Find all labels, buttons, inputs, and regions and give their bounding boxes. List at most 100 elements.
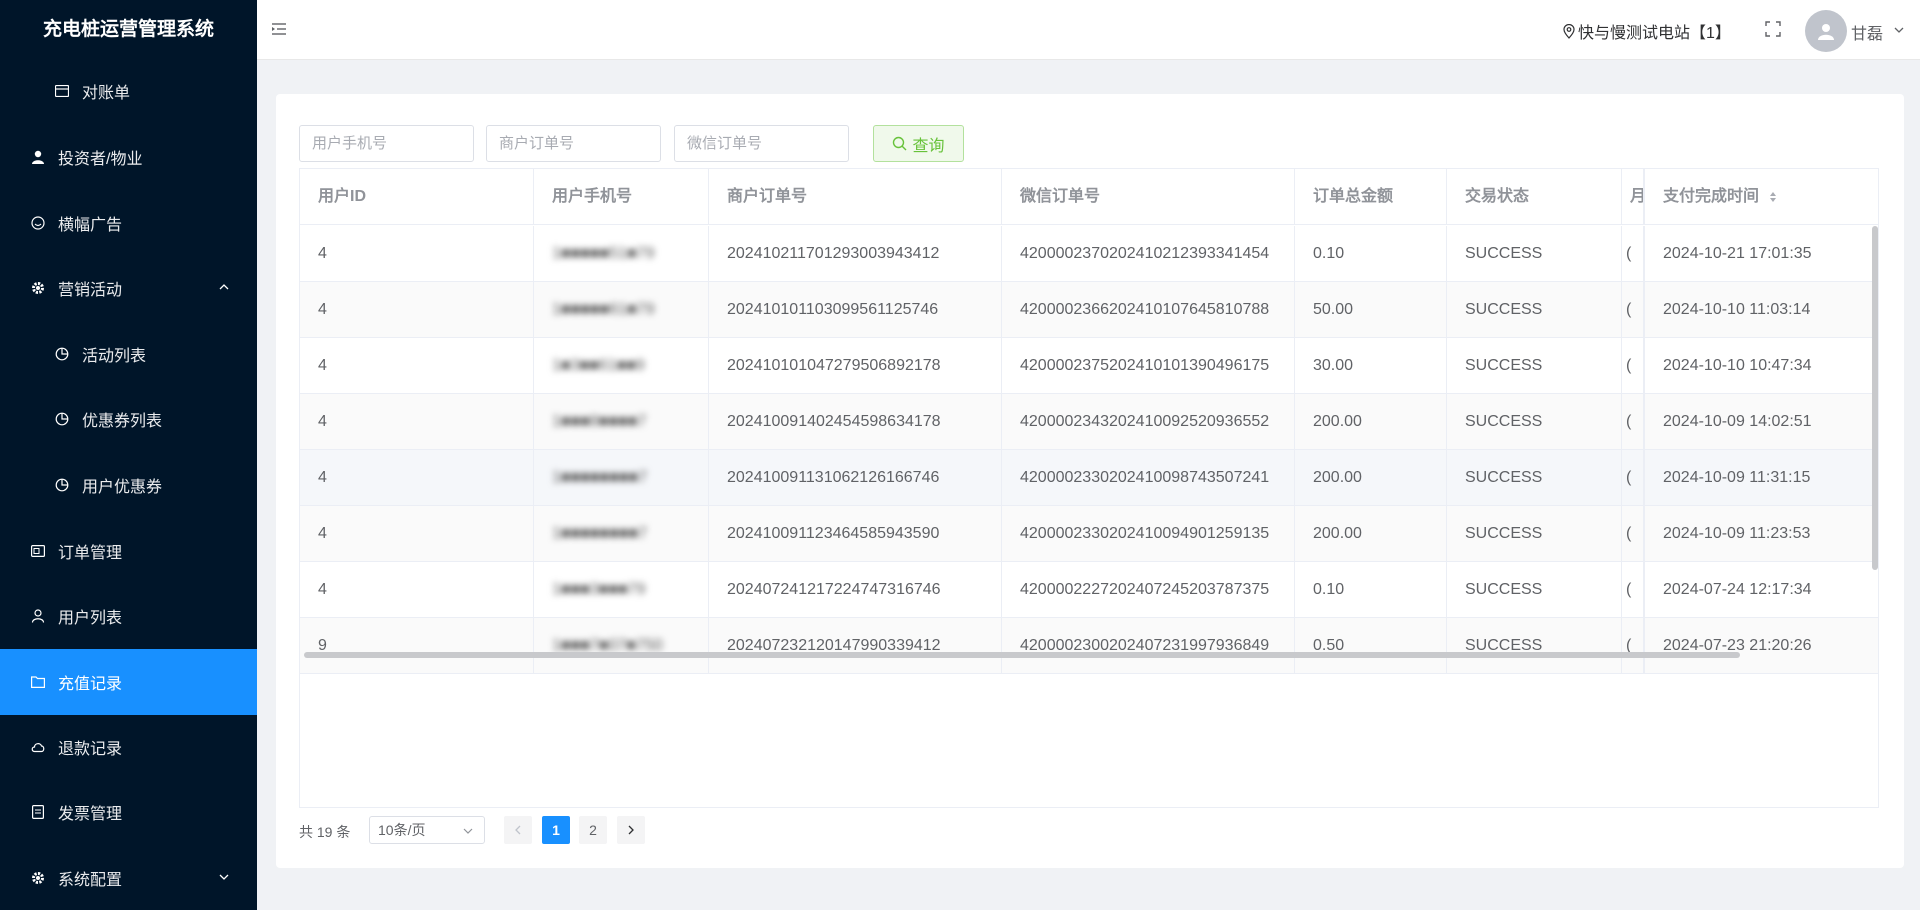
cell-merchant-order: 20241009140245459863417­8	[709, 394, 1002, 450]
cell-phone: 1■3■■61■■9	[534, 338, 709, 394]
column-header-phone: 用户手机号	[534, 169, 709, 225]
page-size-select[interactable]: 10条/页	[369, 816, 485, 844]
merchant-order-input[interactable]: 商户订单号	[486, 125, 661, 162]
sort-icon[interactable]	[1769, 191, 1777, 203]
cell-phone: 1■■■3■■■79	[534, 562, 709, 618]
wechat-order-input[interactable]: 微信订单号	[674, 125, 849, 162]
cell-partial: (	[1622, 394, 1644, 450]
cell-status: SUCCESS	[1447, 338, 1622, 394]
gear-icon	[30, 280, 46, 296]
cell-wechat-order: 4200002370202410212393341454	[1002, 226, 1295, 282]
page-1-button[interactable]: 1	[542, 816, 570, 844]
cell-status: SUCCESS	[1447, 450, 1622, 506]
sidebar-item-activity-list[interactable]: 活动列表	[0, 321, 257, 387]
sidebar-item-label: 系统配置	[58, 872, 123, 889]
cell-merchant-order: 20241010110309956112574­6	[709, 282, 1002, 338]
cell-phone: 1■■■7■07■750	[534, 618, 709, 674]
doc-icon	[30, 804, 46, 820]
sidebar-item-reconciliation[interactable]: 对账单	[0, 58, 257, 124]
cell-wechat-order: 4200002330202410098743507241	[1002, 450, 1295, 506]
cell-phone: 1■■■■■51■79	[534, 226, 709, 282]
cell-user-id: 4	[300, 226, 534, 282]
sidebar-item-user-coupons[interactable]: 用户优惠券	[0, 452, 257, 518]
cell-paid-at: 2024-10-09 11:31:15	[1644, 450, 1878, 506]
masked-phone: 1■■■■■51■79	[552, 245, 655, 262]
sidebar-item-refund-records[interactable]: 退款记录	[0, 714, 257, 780]
chevron-down-icon	[463, 828, 473, 834]
table-row[interactable]: 9 1■■■7■07■750 20240723212014799033941­2 42…	[300, 618, 1878, 674]
horizontal-scrollbar[interactable]	[304, 652, 1740, 658]
sidebar-item-investors[interactable]: 投资者/物业	[0, 124, 257, 190]
cell-user-id: 4	[300, 338, 534, 394]
cell-user-id: 4	[300, 562, 534, 618]
avatar[interactable]	[1805, 10, 1847, 52]
table-row[interactable]: 4 1■3■■61■■9 20241010104727950689217­8 4200…	[300, 338, 1878, 394]
table-row[interactable]: 4 1■■■8■■■■7 20241009140245459863417­8 4200…	[300, 394, 1878, 450]
vertical-scrollbar[interactable]	[1872, 226, 1878, 570]
cell-merchant-order: 20241010104727950689217­8	[709, 338, 1002, 394]
cell-partial: (	[1622, 226, 1644, 282]
sidebar-item-label: 用户列表	[58, 610, 123, 627]
sidebar-item-coupon-list[interactable]: 优惠券列表	[0, 386, 257, 452]
masked-phone: 1■■■■■61■79	[552, 301, 655, 318]
sidebar-item-system-config[interactable]: 系统配置	[0, 845, 257, 910]
sidebar-item-label: 订单管理	[58, 545, 123, 562]
chevron-down-icon[interactable]	[1893, 24, 1905, 36]
menu-fold-icon[interactable]	[271, 21, 287, 37]
cell-status: SUCCESS	[1447, 618, 1622, 674]
cell-partial: (	[1622, 450, 1644, 506]
sidebar-item-label: 营销活动	[58, 282, 123, 299]
chevron-left-icon	[515, 825, 521, 835]
cell-amount: 200.00	[1295, 506, 1447, 562]
cell-wechat-order: 4200002375202410101390496175	[1002, 338, 1295, 394]
table-row[interactable]: 4 1■■■■■51■79 20241021170129300394341­2 420…	[300, 226, 1878, 282]
cell-amount: 0.10	[1295, 562, 1447, 618]
station-selector[interactable]: 快与慢测试电站【1】	[1563, 19, 1731, 43]
phone-input[interactable]: 用户手机号	[299, 125, 474, 162]
sidebar-item-invoices[interactable]: 发票管理	[0, 779, 257, 845]
page-2-button[interactable]: 2	[579, 816, 607, 844]
cell-paid-at: 2024-07-23 21:20:26	[1644, 618, 1878, 674]
column-header-wechat-order: 微信订单号	[1002, 169, 1295, 225]
sidebar-item-marketing[interactable]: 营销活动	[0, 255, 257, 321]
table-row[interactable]: 4 1■■■■■61■79 20241010110309956112574­6 420…	[300, 282, 1878, 338]
column-header-paid-at-label: 支付完成时间	[1663, 188, 1760, 205]
page-size-value: 10条/页	[378, 822, 426, 838]
cell-wechat-order: 4200002343202410092520936552	[1002, 394, 1295, 450]
sidebar-item-users[interactable]: 用户列表	[0, 583, 257, 649]
total-count: 共 19 条	[299, 824, 351, 840]
sidebar-item-label: 充值记录	[58, 676, 123, 693]
username[interactable]: 甘磊	[1851, 20, 1883, 44]
pie-icon	[54, 346, 70, 362]
table-row[interactable]: 4 1■■■■■■■■7 20241009112346458594359­0 4200…	[300, 506, 1878, 562]
sidebar-item-banner-ads[interactable]: 横幅广告	[0, 190, 257, 256]
column-header-paid-at[interactable]: 支付完成时间	[1644, 169, 1878, 225]
top-header: 快与慢测试电站【1】 甘磊	[257, 0, 1920, 60]
cell-merchant-order: 20241009112346458594359­0	[709, 506, 1002, 562]
table-row[interactable]: 4 1■■■3■■■79 20240724121722474731674­6 4200…	[300, 562, 1878, 618]
cloud-icon	[30, 739, 46, 755]
person-icon	[30, 608, 46, 624]
chevron-down-icon	[219, 874, 229, 880]
sidebar-item-label: 投资者/物业	[58, 151, 143, 168]
cell-phone: 1■■■■■61■79	[534, 282, 709, 338]
cell-user-id: 4	[300, 282, 534, 338]
sidebar-item-orders[interactable]: 订单管理	[0, 518, 257, 584]
next-page-button[interactable]	[617, 816, 645, 844]
sidebar-item-recharge-records[interactable]: 充值记录	[0, 649, 257, 715]
sidebar-item-label: 活动列表	[82, 348, 147, 365]
cell-wechat-order: 4200002330202410094901259135	[1002, 506, 1295, 562]
user-avatar-icon	[1818, 24, 1834, 40]
search-icon	[893, 136, 907, 151]
cell-merchant-order: 20240723212014799033941­2	[709, 618, 1002, 674]
query-button[interactable]: 查询	[873, 125, 964, 162]
fullscreen-icon[interactable]	[1765, 21, 1781, 37]
cell-paid-at: 2024-07-24 12:17:34	[1644, 562, 1878, 618]
cell-paid-at: 2024-10-21 17:01:35	[1644, 226, 1878, 282]
pie-icon	[54, 477, 70, 493]
cell-status: SUCCESS	[1447, 506, 1622, 562]
table-row[interactable]: 4 1■■■■■■■■7 20241009113106212616674­6 4200…	[300, 450, 1878, 506]
masked-phone: 1■■■3■■■79	[552, 581, 646, 598]
smile-icon	[30, 215, 46, 231]
prev-page-button[interactable]	[504, 816, 532, 844]
